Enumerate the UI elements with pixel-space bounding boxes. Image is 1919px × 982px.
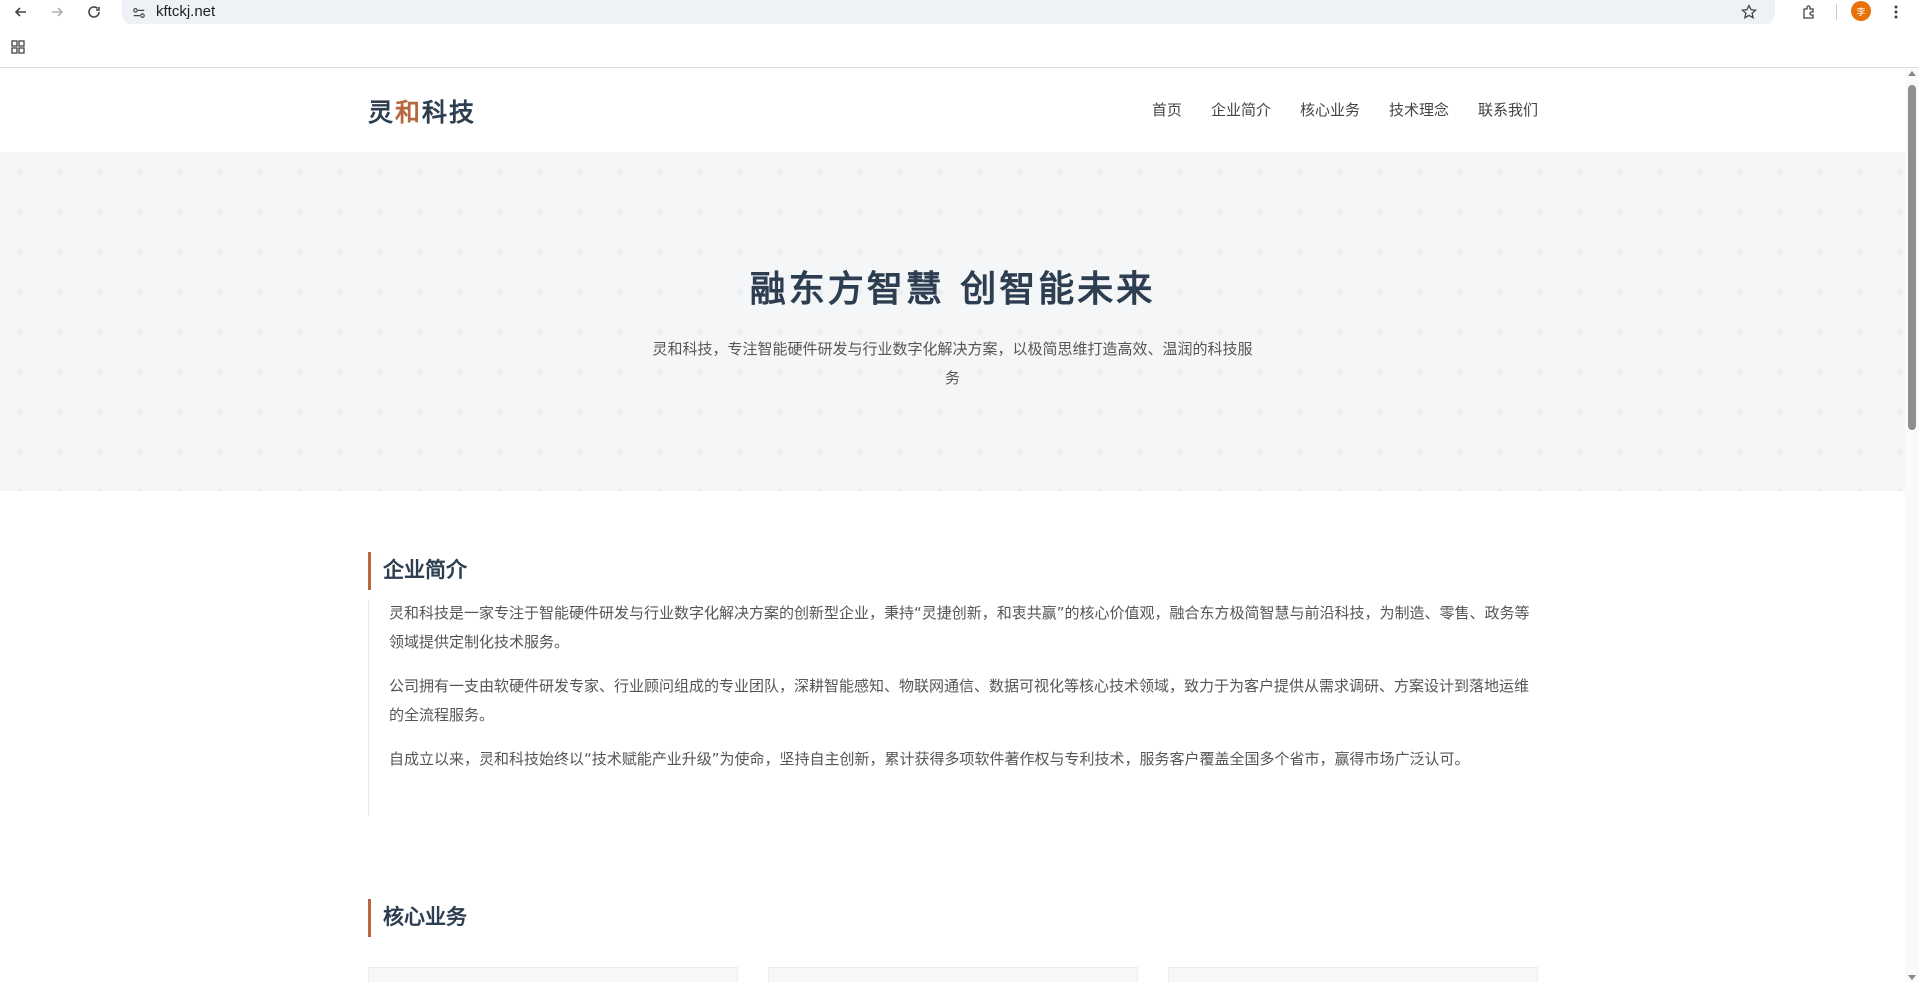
reload-icon[interactable] xyxy=(82,0,106,24)
business-card[interactable] xyxy=(768,967,1138,982)
bookmark-star-icon[interactable] xyxy=(1739,2,1759,22)
toolbar-divider xyxy=(1836,4,1837,20)
business-card[interactable] xyxy=(368,967,738,982)
logo-text-2: 科技 xyxy=(422,100,477,127)
bookmarks-bar xyxy=(0,24,1919,68)
hero-banner: 融东方智慧 创智能未来 灵和科技，专注智能硬件研发与行业数字化解决方案，以极简思… xyxy=(0,152,1905,491)
back-icon[interactable] xyxy=(9,0,33,24)
url-text[interactable]: kftckj.net xyxy=(156,3,215,20)
hero-subtitle: 灵和科技，专注智能硬件研发与行业数字化解决方案，以极简思维打造高效、温润的科技服… xyxy=(652,340,1253,387)
about-section-title: 企业简介 xyxy=(368,552,467,590)
browser-toolbar: kftckj.net 李 xyxy=(0,0,1919,26)
about-paragraph: 公司拥有一支由软硬件研发专家、行业顾问组成的专业团队，深耕智能感知、物联网通信、… xyxy=(389,677,1530,724)
business-section-title: 核心业务 xyxy=(368,899,467,937)
kebab-menu-icon[interactable] xyxy=(1888,0,1904,24)
about-paragraph: 自成立以来，灵和科技始终以“技术赋能产业升级”为使命，坚持自主创新，累计获得多项… xyxy=(389,750,1470,768)
page-viewport: 灵和科技 首页 企业简介 核心业务 技术理念 联系我们 融东方智慧 创智能未来 … xyxy=(0,69,1905,982)
nav-technology[interactable]: 技术理念 xyxy=(1389,99,1449,120)
nav-contact[interactable]: 联系我们 xyxy=(1478,99,1538,120)
about-paragraph: 灵和科技是一家专注于智能硬件研发与行业数字化解决方案的创新型企业，秉持“灵捷创新… xyxy=(389,604,1530,651)
nav-about[interactable]: 企业简介 xyxy=(1211,99,1271,120)
logo-text-1: 灵 xyxy=(368,100,396,127)
logo-text-accent: 和 xyxy=(395,100,423,127)
extensions-icon[interactable] xyxy=(1797,0,1821,24)
about-content: 灵和科技是一家专注于智能硬件研发与行业数字化解决方案的创新型企业，秉持“灵捷创新… xyxy=(368,599,1538,816)
address-bar[interactable]: kftckj.net xyxy=(122,0,1775,26)
scroll-down-arrow-icon[interactable] xyxy=(1908,975,1916,980)
scroll-thumb[interactable] xyxy=(1908,85,1916,430)
nav-business[interactable]: 核心业务 xyxy=(1300,99,1360,120)
hero-title: 融东方智慧 创智能未来 xyxy=(749,268,1156,310)
business-card[interactable] xyxy=(1168,967,1538,982)
site-logo[interactable]: 灵和科技 xyxy=(368,93,476,129)
nav-home[interactable]: 首页 xyxy=(1152,99,1182,120)
site-header: 灵和科技 首页 企业简介 核心业务 技术理念 联系我们 xyxy=(0,69,1905,152)
page-scrollbar[interactable] xyxy=(1905,69,1919,982)
main-nav: 首页 企业简介 核心业务 技术理念 联系我们 xyxy=(1152,99,1538,120)
forward-icon[interactable] xyxy=(45,0,69,24)
site-info-icon[interactable] xyxy=(130,4,148,22)
apps-grid-icon[interactable] xyxy=(10,39,26,55)
profile-avatar[interactable]: 李 xyxy=(1851,1,1871,21)
scroll-up-arrow-icon[interactable] xyxy=(1908,71,1916,76)
